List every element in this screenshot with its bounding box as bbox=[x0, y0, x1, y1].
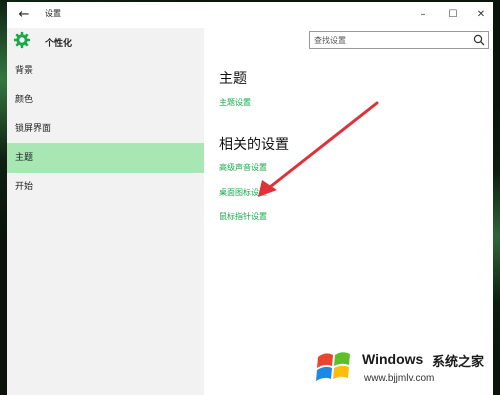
watermark-url: www.bjjmlv.com bbox=[364, 373, 435, 384]
watermark-brand-cn: 系统之家 bbox=[432, 355, 485, 370]
section-title-related-settings: 相关的设置 bbox=[219, 137, 289, 153]
sidebar-item-colors[interactable]: 颜色 bbox=[7, 85, 204, 115]
watermark: Windows 系统之家 www.bjjmlv.com bbox=[312, 345, 498, 393]
link-desktop-icon-settings[interactable]: 桌面图标设置 bbox=[219, 187, 267, 198]
settings-window: ← 设置 – ☐ ✕ 个性化 背景 颜色 锁屏界面 主题 开始 查找设置 主题 … bbox=[7, 2, 493, 395]
sidebar-item-background[interactable]: 背景 bbox=[7, 56, 204, 86]
window-title: 设置 bbox=[45, 9, 61, 18]
sidebar-item-lock-screen[interactable]: 锁屏界面 bbox=[7, 114, 204, 144]
back-arrow-icon[interactable]: ← bbox=[13, 5, 35, 25]
link-advanced-sound-settings[interactable]: 高级声音设置 bbox=[219, 162, 267, 173]
section-title-themes: 主题 bbox=[219, 71, 247, 87]
watermark-brand: Windows bbox=[362, 351, 424, 367]
windows-logo-icon bbox=[316, 352, 350, 381]
main-content: 主题 主题设置 相关的设置 高级声音设置 桌面图标设置 鼠标指针设置 bbox=[219, 2, 489, 395]
sidebar: 个性化 背景 颜色 锁屏界面 主题 开始 bbox=[7, 28, 204, 395]
sidebar-item-start[interactable]: 开始 bbox=[7, 172, 204, 202]
link-mouse-pointer-settings[interactable]: 鼠标指针设置 bbox=[219, 211, 267, 222]
gear-icon bbox=[13, 31, 31, 49]
sidebar-header-title: 个性化 bbox=[45, 39, 73, 49]
sidebar-item-themes[interactable]: 主题 bbox=[7, 143, 204, 173]
link-theme-settings[interactable]: 主题设置 bbox=[219, 97, 251, 108]
sidebar-header: 个性化 bbox=[7, 28, 204, 56]
